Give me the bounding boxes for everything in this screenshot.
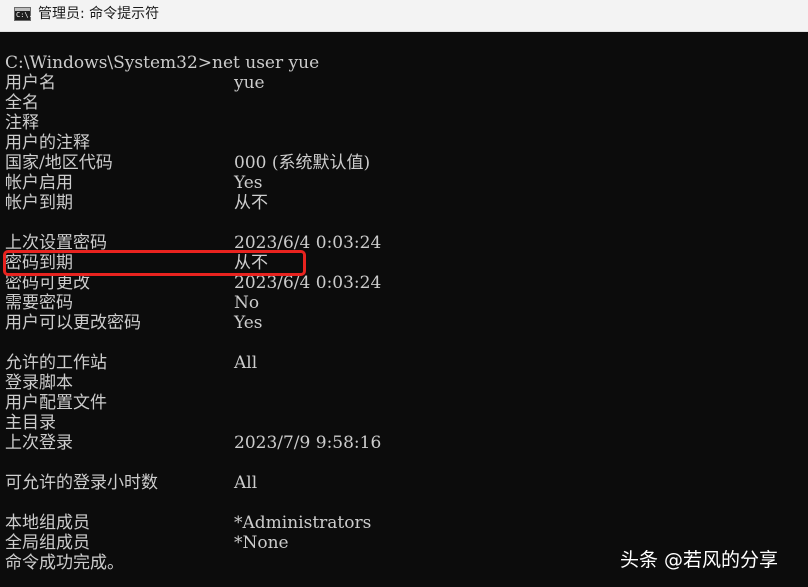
row-label: 用户配置文件 xyxy=(5,393,107,413)
row-value: 从不 xyxy=(234,193,268,213)
row-label: 密码可更改 xyxy=(5,273,90,293)
row-label: 可允许的登录小时数 xyxy=(5,473,158,493)
row-value: 2023/7/9 9:58:16 xyxy=(234,433,382,453)
row-label: 允许的工作站 xyxy=(5,353,107,373)
console-output[interactable]: C:\Windows\System32>net user yue 用户名 yue… xyxy=(0,33,808,587)
row-value: Yes xyxy=(234,173,263,193)
row-label: 注释 xyxy=(5,113,39,133)
row-value: No xyxy=(234,293,260,313)
window-title: 管理员: 命令提示符 xyxy=(38,6,160,22)
row-label: 本地组成员 xyxy=(5,513,90,533)
row-label: 用户名 xyxy=(5,73,56,93)
watermark: 头条 @若风的分享 xyxy=(620,549,779,571)
completion-message: 命令成功完成。 xyxy=(5,553,124,573)
highlight-annotation xyxy=(3,250,306,276)
row-value: 2023/6/4 0:03:24 xyxy=(234,273,382,293)
row-value: Yes xyxy=(234,313,263,333)
row-label: 用户可以更改密码 xyxy=(5,313,141,333)
command-prompt-window: C:\. 管理员: 命令提示符 C:\Windows\System32>net … xyxy=(0,0,808,587)
row-label: 主目录 xyxy=(5,413,56,433)
row-label: 登录脚本 xyxy=(5,373,73,393)
row-value: *Administrators xyxy=(234,513,372,533)
command-line: C:\Windows\System32>net user yue xyxy=(5,53,320,73)
row-value: All xyxy=(234,353,258,373)
row-value: *None xyxy=(234,533,289,553)
row-label: 全局组成员 xyxy=(5,533,90,553)
row-label: 全名 xyxy=(5,93,39,113)
row-value: yue xyxy=(234,73,265,93)
row-label: 用户的注释 xyxy=(5,133,90,153)
cmd-icon: C:\. xyxy=(14,7,33,21)
row-label: 需要密码 xyxy=(5,293,73,313)
title-bar[interactable]: C:\. 管理员: 命令提示符 xyxy=(0,0,808,32)
row-value: 000 (系统默认值) xyxy=(234,153,371,173)
row-label: 上次登录 xyxy=(5,433,73,453)
row-label: 帐户到期 xyxy=(5,193,73,213)
row-label: 国家/地区代码 xyxy=(5,153,113,173)
row-label: 帐户启用 xyxy=(5,173,73,193)
row-value: All xyxy=(234,473,258,493)
